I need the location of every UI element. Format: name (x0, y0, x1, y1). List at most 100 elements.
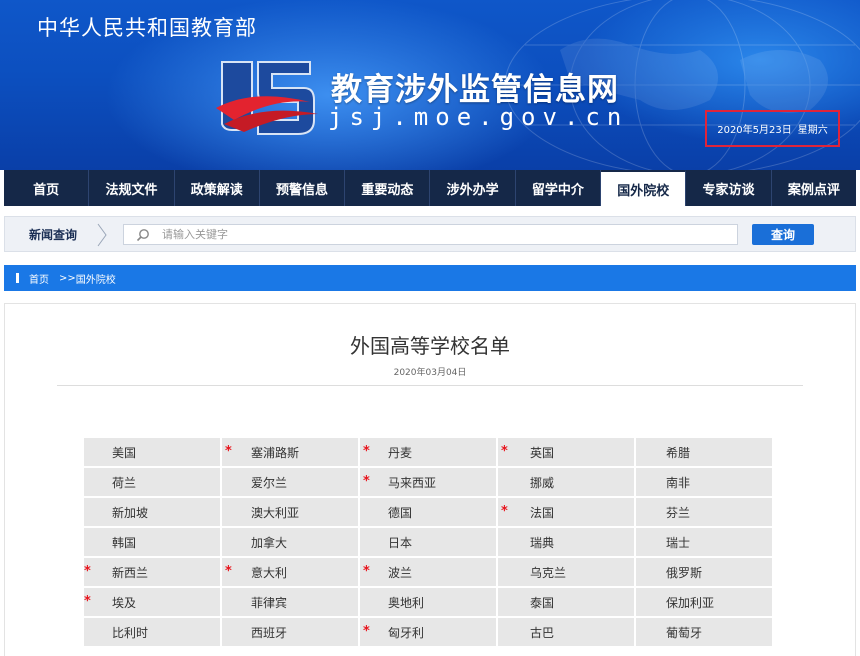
country-name: 埃及 (112, 596, 137, 610)
current-date: 2020年5月23日 (717, 125, 792, 136)
country-name: 匈牙利 (388, 626, 425, 640)
breadcrumb-current[interactable]: 国外院校 (76, 271, 116, 286)
current-weekday: 星期六 (797, 125, 828, 136)
nav-item-study-abroad-agency[interactable]: 留学中介 (516, 170, 602, 206)
country-name: 南非 (666, 476, 691, 490)
nav-item-expert-interviews[interactable]: 专家访谈 (686, 170, 772, 206)
country-name: 法国 (530, 506, 555, 520)
nav-item-foreign-education[interactable]: 涉外办学 (430, 170, 516, 206)
country-cell: * 英国 (498, 438, 634, 466)
country-cell: 比利时 (84, 618, 220, 646)
country-name: 日本 (388, 536, 413, 550)
breadcrumb-marker-icon (16, 273, 19, 283)
country-cell: * 匈牙利 (360, 618, 496, 646)
star-marker: * (363, 444, 370, 459)
nav-item-home[interactable]: 首页 (4, 170, 90, 206)
nav-item-policy-interpretation[interactable]: 政策解读 (175, 170, 260, 206)
country-cell: 南非 (636, 468, 772, 496)
country-cell: 葡萄牙 (636, 618, 772, 646)
country-cell: 奥地利 (360, 588, 496, 616)
country-cell: 挪威 (498, 468, 634, 496)
country-cell: 俄罗斯 (636, 558, 772, 586)
country-name: 菲律宾 (251, 596, 288, 610)
country-cell: 瑞士 (636, 528, 772, 556)
country-cell: * 丹麦 (360, 438, 496, 466)
country-name: 波兰 (388, 566, 413, 580)
country-table: 美国 * 塞浦路斯 * 丹麦 * 英国 希腊 荷兰 爱尔兰 * 马来西亚 挪威 南非 新… (84, 438, 774, 646)
country-name: 西班牙 (251, 626, 288, 640)
country-name: 瑞士 (666, 536, 691, 550)
star-marker: * (225, 444, 232, 459)
country-cell: 新加坡 (84, 498, 220, 526)
country-cell: * 塞浦路斯 (222, 438, 358, 466)
country-cell: 日本 (360, 528, 496, 556)
country-name: 韩国 (112, 536, 137, 550)
site-domain: jsj.moe.gov.cn (328, 103, 629, 131)
country-name: 德国 (388, 506, 413, 520)
country-name: 保加利亚 (666, 596, 715, 610)
country-name: 意大利 (251, 566, 288, 580)
country-cell: 芬兰 (636, 498, 772, 526)
country-name: 古巴 (530, 626, 555, 640)
nav-item-case-reviews[interactable]: 案例点评 (772, 170, 856, 206)
country-name: 奥地利 (388, 596, 425, 610)
country-cell: 加拿大 (222, 528, 358, 556)
country-name: 新加坡 (112, 506, 149, 520)
country-cell: 保加利亚 (636, 588, 772, 616)
star-marker: * (501, 444, 508, 459)
country-name: 英国 (530, 446, 555, 460)
country-name: 美国 (112, 446, 137, 460)
search-icon (136, 229, 149, 242)
site-banner: 中华人民共和国教育部 教育涉外监管信息网 jsj.moe.gov.cn 2020… (0, 0, 860, 170)
star-marker: * (225, 564, 232, 579)
country-cell: 爱尔兰 (222, 468, 358, 496)
star-marker: * (84, 564, 91, 579)
country-name: 爱尔兰 (251, 476, 288, 490)
country-cell: 希腊 (636, 438, 772, 466)
country-cell: 澳大利亚 (222, 498, 358, 526)
country-cell: * 马来西亚 (360, 468, 496, 496)
site-logo-icon[interactable] (214, 58, 324, 138)
article-title: 外国高等学校名单 (350, 334, 510, 358)
nav-item-foreign-universities[interactable]: 国外院校 (601, 170, 687, 206)
breadcrumb-home-link[interactable]: 首页 (29, 271, 49, 286)
country-name: 澳大利亚 (251, 506, 300, 520)
country-name: 泰国 (530, 596, 555, 610)
country-name: 马来西亚 (388, 476, 437, 490)
country-name: 塞浦路斯 (251, 446, 300, 460)
chevron-right-icon (97, 223, 107, 247)
country-cell: * 波兰 (360, 558, 496, 586)
nav-item-warnings[interactable]: 预警信息 (260, 170, 346, 206)
country-name: 俄罗斯 (666, 566, 703, 580)
star-marker: * (363, 564, 370, 579)
article-divider (57, 385, 803, 386)
article-panel: 外国高等学校名单 2020年03月04日 美国 * 塞浦路斯 * 丹麦 * 英国 希腊… (4, 303, 856, 656)
country-cell: 瑞典 (498, 528, 634, 556)
nav-item-news[interactable]: 重要动态 (345, 170, 431, 206)
country-cell: 德国 (360, 498, 496, 526)
country-name: 葡萄牙 (666, 626, 703, 640)
main-nav: 首页 法规文件 政策解读 预警信息 重要动态 涉外办学 留学中介 国外院校 专家… (4, 170, 856, 206)
search-input[interactable] (162, 226, 732, 243)
current-date-box: 2020年5月23日 星期六 (705, 110, 840, 147)
star-marker: * (84, 594, 91, 609)
country-name: 比利时 (112, 626, 149, 640)
breadcrumb: 首页 >> 国外院校 (4, 265, 856, 291)
country-name: 瑞典 (530, 536, 555, 550)
country-name: 芬兰 (666, 506, 691, 520)
country-cell: * 法国 (498, 498, 634, 526)
country-cell: 乌克兰 (498, 558, 634, 586)
news-search-bar: 新闻查询 查询 (4, 216, 856, 252)
ministry-name: 中华人民共和国教育部 (37, 16, 257, 40)
search-button[interactable]: 查询 (752, 224, 814, 245)
nav-item-regulations[interactable]: 法规文件 (89, 170, 175, 206)
country-name: 希腊 (666, 446, 691, 460)
country-name: 乌克兰 (530, 566, 567, 580)
country-name: 荷兰 (112, 476, 137, 490)
star-marker: * (363, 474, 370, 489)
star-marker: * (501, 504, 508, 519)
country-cell: * 新西兰 (84, 558, 220, 586)
country-cell: * 意大利 (222, 558, 358, 586)
search-label: 新闻查询 (29, 228, 78, 242)
article-date: 2020年03月04日 (393, 368, 467, 378)
